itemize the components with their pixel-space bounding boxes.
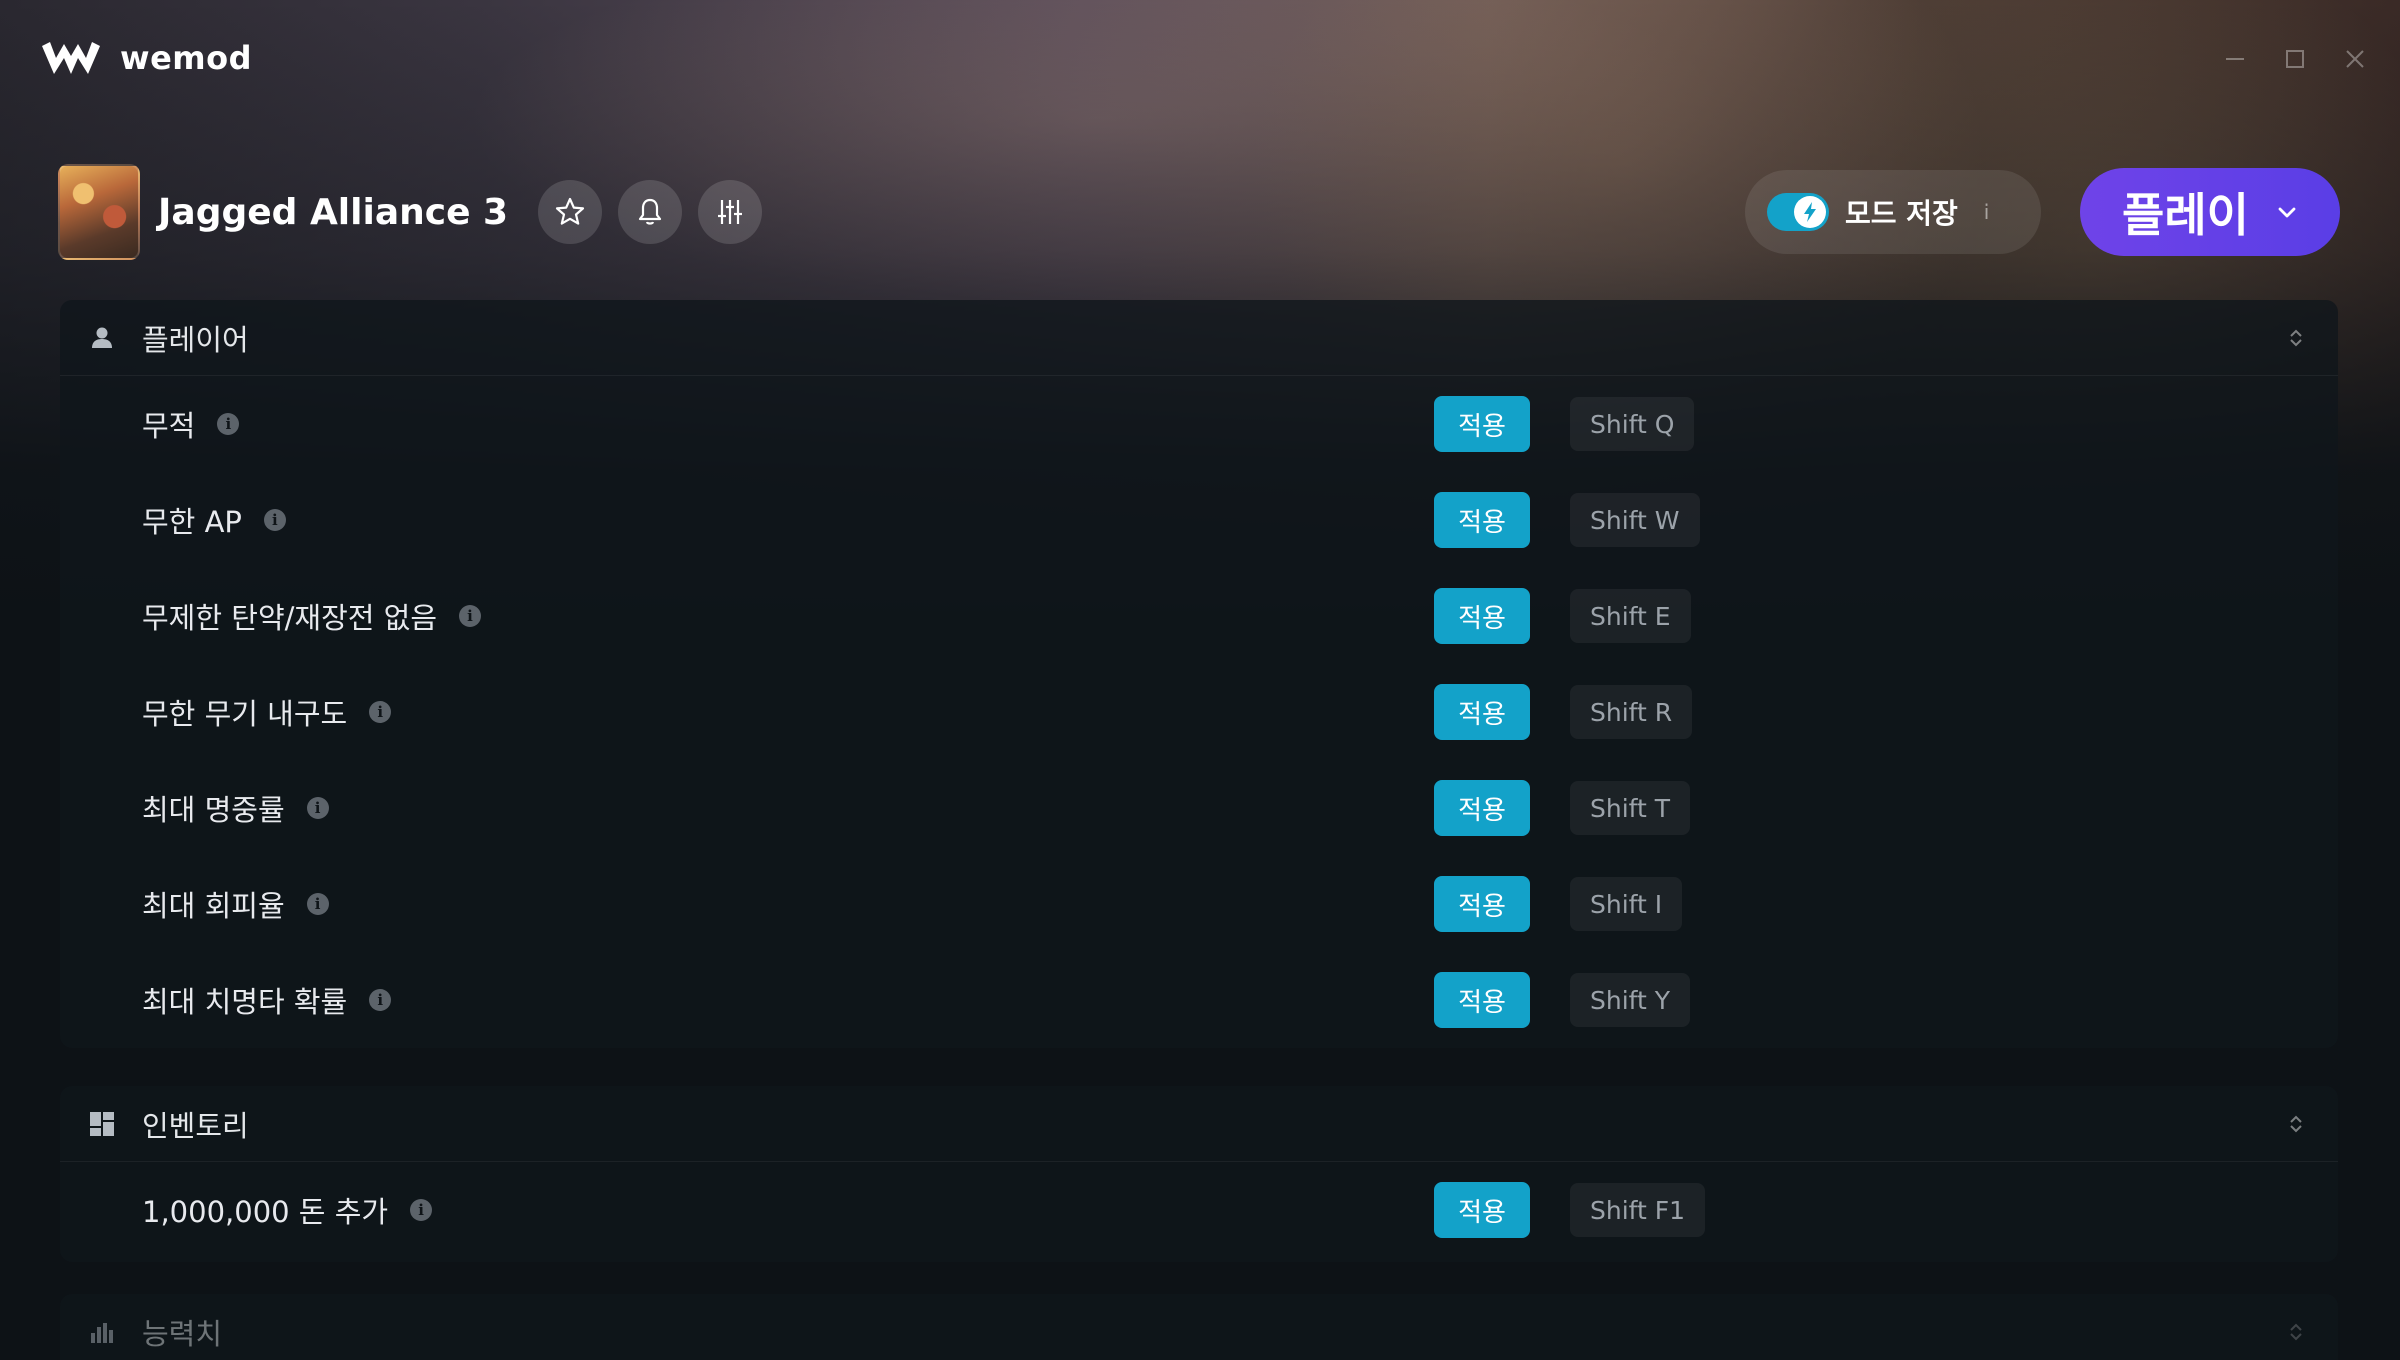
toggle-knob: [1794, 196, 1826, 228]
hotkey-badge[interactable]: Shift F1: [1570, 1183, 1706, 1237]
hotkey-badge[interactable]: Shift T: [1570, 781, 1691, 835]
info-icon[interactable]: i: [369, 989, 392, 1011]
lightning-icon: [1804, 202, 1816, 222]
mod-name-text: 무제한 탄약/재장전 없음: [142, 601, 438, 635]
apply-button[interactable]: 적용: [1434, 492, 1530, 548]
section-header-inventory[interactable]: 인벤토리: [60, 1086, 2338, 1162]
apply-button[interactable]: 적용: [1434, 588, 1530, 644]
mod-name: 무적 i: [142, 403, 240, 445]
mod-row: 무적 i 적용 Shift Q: [60, 376, 2338, 472]
close-icon[interactable]: [2340, 44, 2370, 74]
wemod-logo-icon: [42, 42, 100, 74]
mod-row: 무제한 탄약/재장전 없음 i 적용 Shift E: [60, 568, 2338, 664]
minimize-icon[interactable]: [2220, 44, 2250, 74]
chevron-down-icon[interactable]: [2275, 200, 2299, 224]
mod-save-toggle[interactable]: 모드 저장 i: [1745, 170, 2041, 254]
mod-name-text: 1,000,000 돈 추가: [142, 1195, 389, 1229]
mod-row: 최대 명중률 i 적용 Shift T: [60, 760, 2338, 856]
info-icon[interactable]: i: [263, 509, 286, 531]
mod-name: 최대 회피율 i: [142, 883, 329, 925]
mod-save-info-icon[interactable]: i: [1984, 200, 1990, 224]
section-title: 능력치: [142, 1317, 223, 1351]
mod-name-text: 무적: [142, 409, 196, 443]
play-button[interactable]: 플레이: [2080, 168, 2340, 256]
hotkey-badge[interactable]: Shift I: [1570, 877, 1683, 931]
mod-name: 무한 AP i: [142, 499, 286, 541]
apply-button[interactable]: 적용: [1434, 780, 1530, 836]
app-window: wemod Jagged Alliance 3 모드 저장 i 플레이 플레이어…: [0, 0, 2400, 1360]
star-icon: [555, 197, 585, 225]
bell-icon: [638, 198, 662, 225]
info-icon[interactable]: i: [306, 893, 329, 915]
maximize-icon[interactable]: [2280, 44, 2310, 74]
mod-name-text: 무한 AP: [142, 505, 242, 539]
section-title: 인벤토리: [142, 1108, 249, 1143]
info-icon[interactable]: i: [459, 605, 482, 627]
mod-save-label: 모드 저장: [1845, 197, 1958, 230]
brand: wemod: [40, 38, 252, 78]
mod-name-text: 최대 명중률: [142, 793, 285, 827]
mod-row: 최대 치명타 확률 i 적용 Shift Y: [60, 952, 2338, 1048]
bar-chart-icon: [88, 1318, 116, 1346]
mod-row: 최대 회피율 i 적용 Shift I: [60, 856, 2338, 952]
grid-icon: [88, 1110, 116, 1138]
mod-save-switch[interactable]: [1767, 193, 1829, 231]
hotkey-badge[interactable]: Shift Y: [1570, 973, 1691, 1027]
play-label: 플레이: [2122, 188, 2249, 242]
game-cover-image: [58, 164, 140, 260]
collapse-icon[interactable]: [2284, 326, 2308, 350]
mod-name: 최대 치명타 확률 i: [142, 979, 392, 1021]
hotkey-badge[interactable]: Shift Q: [1570, 397, 1695, 451]
mod-name: 무제한 탄약/재장전 없음 i: [142, 595, 482, 637]
notifications-button[interactable]: [618, 180, 683, 244]
person-icon: [88, 324, 116, 352]
apply-button[interactable]: 적용: [1434, 1182, 1530, 1238]
hotkey-badge[interactable]: Shift W: [1570, 493, 1700, 547]
hotkey-badge[interactable]: Shift R: [1570, 685, 1693, 739]
hotkey-badge[interactable]: Shift E: [1570, 589, 1691, 643]
info-icon[interactable]: i: [217, 413, 240, 435]
window-controls: [2220, 44, 2370, 74]
expand-icon[interactable]: [2284, 1320, 2308, 1344]
sliders-icon: [718, 200, 743, 224]
brand-name: wemod: [120, 39, 252, 77]
info-icon[interactable]: i: [306, 797, 329, 819]
game-header: Jagged Alliance 3: [58, 164, 778, 260]
info-icon[interactable]: i: [410, 1199, 433, 1221]
info-icon[interactable]: i: [369, 701, 392, 723]
section-title: 플레이어: [142, 322, 249, 357]
section-player: 플레이어 무적 i 적용 Shift Q 무한 AP i 적용 Shift W 무제…: [60, 300, 2338, 1048]
apply-button[interactable]: 적용: [1434, 876, 1530, 932]
apply-button[interactable]: 적용: [1434, 396, 1530, 452]
section-inventory: 인벤토리 1,000,000 돈 추가 i 적용 Shift F1: [60, 1086, 2338, 1262]
game-title: Jagged Alliance 3: [158, 191, 509, 233]
collapse-icon[interactable]: [2284, 1112, 2308, 1136]
mod-name-text: 최대 치명타 확률: [142, 985, 348, 1019]
section-header-player[interactable]: 플레이어: [60, 300, 2338, 376]
settings-button[interactable]: [698, 180, 763, 244]
mod-name-text: 무한 무기 내구도: [142, 697, 348, 731]
mod-row: 무한 무기 내구도 i 적용 Shift R: [60, 664, 2338, 760]
mod-name: 무한 무기 내구도 i: [142, 691, 392, 733]
mod-row: 1,000,000 돈 추가 i 적용 Shift F1: [60, 1162, 2338, 1258]
section-header-stats[interactable]: 능력치: [60, 1294, 2338, 1360]
mod-name: 1,000,000 돈 추가 i: [142, 1189, 433, 1231]
apply-button[interactable]: 적용: [1434, 972, 1530, 1028]
section-stats: 능력치: [60, 1294, 2338, 1360]
favorite-button[interactable]: [538, 180, 603, 244]
mod-row: 무한 AP i 적용 Shift W: [60, 472, 2338, 568]
apply-button[interactable]: 적용: [1434, 684, 1530, 740]
mod-name-text: 최대 회피율: [142, 889, 285, 923]
mod-name: 최대 명중률 i: [142, 787, 329, 829]
